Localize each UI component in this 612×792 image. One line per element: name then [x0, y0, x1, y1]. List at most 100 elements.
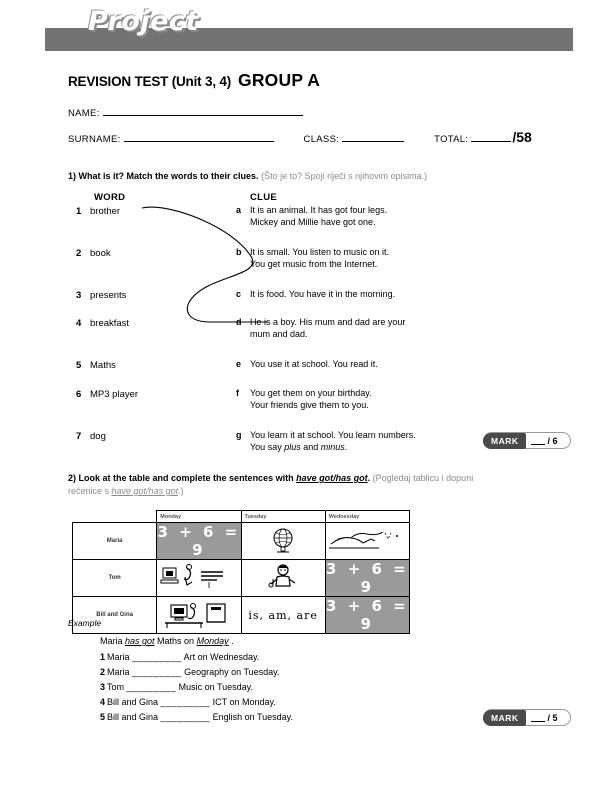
sentence-number: 5 — [100, 712, 106, 722]
mark-score-input[interactable] — [530, 436, 545, 445]
word-number: 7 — [76, 431, 82, 442]
table-row: Maria 3 + 6 = 9 — [71, 522, 411, 560]
word-number: 3 — [76, 290, 82, 301]
word-item[interactable]: 5 Maths — [76, 360, 116, 371]
cell-maria-monday-maths: 3 + 6 = 9 — [156, 522, 242, 560]
mark-badge-exercise-1[interactable]: MARK / 6 — [483, 432, 571, 449]
clue-line: Mickey and Millie have got one. — [250, 216, 376, 227]
total-input[interactable] — [471, 132, 512, 142]
table-row: Tom 3 + 6 = 9 — [71, 559, 411, 597]
row-label-maria: Maria — [71, 522, 158, 560]
mark-max-score: / 5 — [547, 712, 558, 723]
clue-line: You use it at school. You read it. — [250, 359, 378, 369]
word-number: 6 — [76, 389, 82, 400]
surname-label: SURNAME: — [68, 134, 121, 145]
schedule-table: Monday Tuesday Wednesday Maria 3 + 6 = 9 — [71, 510, 411, 634]
example-answer-verb: has got — [125, 636, 155, 646]
exercise-2-instruction-hr-post: .) — [178, 486, 184, 496]
cell-maria-tuesday-geography — [240, 522, 326, 560]
group-label: GROUP A — [238, 70, 321, 90]
globe-icon — [273, 528, 293, 553]
sentence-item[interactable]: 5 Bill and Gina _________ English on Tues… — [100, 712, 293, 722]
sentence-post: English on Tuesday. — [210, 712, 293, 722]
sentence-blank[interactable]: _________ — [161, 712, 211, 722]
table-corner-cell — [72, 510, 158, 523]
sentence-item[interactable]: 4 Bill and Gina _________ ICT on Monday. — [100, 697, 276, 707]
sentence-item[interactable]: 2 Maria _________ Geography on Tuesday. — [100, 667, 280, 677]
mark-badge-exercise-2[interactable]: MARK / 5 — [483, 709, 571, 726]
sentence-pre: Bill and Gina — [107, 697, 161, 707]
sentence-pre: Tom — [107, 682, 127, 692]
cell-tom-monday-ict — [156, 559, 242, 597]
row-label-tom: Tom — [71, 559, 158, 597]
clue-item[interactable]: e You use it at school. You read it. — [236, 359, 506, 371]
sentence-blank[interactable]: _________ — [132, 652, 182, 662]
exercise-2-instruction-en-post: . — [367, 473, 371, 483]
sentence-blank[interactable]: _________ — [127, 682, 177, 692]
name-label: NAME: — [68, 108, 100, 119]
example-label: Example — [68, 618, 102, 628]
word-label: presents — [90, 290, 127, 301]
name-input[interactable] — [102, 106, 303, 116]
clue-item[interactable]: d He is a boy. His mum and dad are your … — [236, 317, 506, 340]
word-item[interactable]: 2 book — [76, 248, 111, 259]
clue-letter: d — [236, 317, 242, 327]
sentence-blank[interactable]: _________ — [161, 697, 211, 707]
column-header-monday: Monday — [156, 510, 242, 523]
cell-tom-tuesday-music — [240, 559, 326, 597]
total-label: TOTAL: — [434, 134, 469, 145]
exercise-2-number: 2) — [68, 473, 77, 483]
page-title: REVISION TEST (Unit 3, 4) GROUP A — [68, 70, 320, 91]
example-post: . — [228, 636, 234, 646]
clue-line: You get music from the Internet. — [250, 258, 378, 269]
cell-maria-wednesday-art — [324, 522, 411, 560]
sentence-post: ICT on Monday. — [210, 697, 276, 707]
clue-letter: e — [236, 359, 242, 369]
word-label: breakfast — [90, 318, 130, 329]
clue-line: It is an animal. It has got four legs. — [250, 205, 388, 215]
surname-field-row: SURNAME: CLASS: TOTAL: /58 — [68, 129, 532, 145]
sentence-item[interactable]: 1 Maria _________ Art on Wednesday. — [100, 652, 259, 662]
clue-item[interactable]: f You get them on your birthday. Your fr… — [236, 388, 506, 411]
exercise-2-instruction-hr-pre: (Pogledaj tablicu i dopuni — [372, 473, 474, 483]
mark-max-score: / 6 — [547, 435, 558, 446]
word-item[interactable]: 7 dog — [76, 431, 106, 442]
sentence-pre: Maria — [107, 667, 133, 677]
example-pre: Maria — [100, 636, 126, 646]
column-header-clue: CLUE — [250, 192, 278, 203]
cell-bill-gina-tuesday-english: is, am, are — [240, 596, 326, 634]
exercise-1-instruction-hr: (Što je to? Spoji riječi s njihovim opis… — [261, 171, 428, 181]
sentence-number: 2 — [100, 667, 106, 677]
surname-input[interactable] — [123, 132, 274, 142]
mark-label: MARK — [483, 432, 526, 449]
sentence-number: 3 — [100, 682, 106, 692]
test-title: REVISION TEST (Unit 3, 4) — [68, 74, 232, 89]
mark-score-input[interactable] — [530, 713, 545, 722]
word-label: dog — [90, 431, 106, 442]
clue-line: Your friends give them to you. — [250, 399, 369, 410]
sentence-blank[interactable]: _________ — [132, 667, 182, 677]
mark-label: MARK — [483, 709, 526, 726]
clue-item[interactable]: a It is an animal. It has got four legs.… — [236, 205, 506, 228]
sentence-item[interactable]: 3 Tom _________ Music on Tuesday. — [100, 682, 253, 692]
exercise-2-instruction-hr-line2: rečenice s — [68, 486, 112, 496]
word-item[interactable]: 4 breakfast — [76, 318, 129, 329]
word-item[interactable]: 6 MP3 player — [76, 389, 138, 400]
example-answer-day: Monday — [196, 636, 229, 646]
table-row: Bill and Gina is, am, are 3 + 6 = 9 — [71, 596, 411, 634]
cell-bill-gina-monday-ict — [156, 596, 242, 634]
clue-letter: f — [236, 388, 239, 398]
clue-item[interactable]: c It is food. You have it in the morning… — [236, 289, 506, 301]
total-max-score: /58 — [512, 129, 532, 145]
clue-item[interactable]: g You learn it at school. You learn numb… — [236, 430, 506, 453]
word-item[interactable]: 3 presents — [76, 290, 126, 301]
sentence-number: 1 — [100, 652, 106, 662]
sentence-post: Geography on Tuesday. — [181, 667, 280, 677]
class-input[interactable] — [342, 132, 405, 142]
name-field-row: NAME: — [68, 106, 303, 119]
exercise-1-instruction: 1) What is it? Match the words to their … — [68, 170, 548, 183]
project-logo: Project — [88, 6, 199, 37]
clue-item[interactable]: b It is small. You listen to music on it… — [236, 247, 506, 270]
word-item[interactable]: 1 brother — [76, 206, 120, 217]
sentence-pre: Maria — [107, 652, 133, 662]
